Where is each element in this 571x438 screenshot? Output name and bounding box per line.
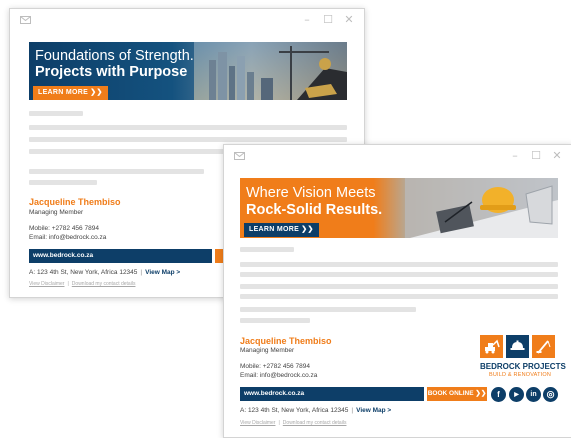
facebook-icon[interactable]: f — [491, 387, 506, 402]
maximize-button[interactable]: ☐ — [531, 150, 541, 162]
text-placeholder — [240, 307, 416, 312]
address-text: A: 123 4th St, New York, Africa 12345 — [29, 269, 138, 276]
text-placeholder — [240, 294, 558, 299]
separator: | — [67, 281, 69, 287]
signature-mobile: Mobile: +2782 456 7894 — [29, 225, 99, 232]
view-map-link[interactable]: View Map > — [145, 269, 180, 276]
book-online-button[interactable]: BOOK ONLINE ❯❯ — [427, 387, 487, 401]
promo-banner[interactable]: Foundations of Strength. Projects with P… — [29, 42, 347, 100]
text-placeholder — [29, 169, 204, 174]
text-placeholder — [240, 318, 310, 323]
address-line: A: 123 4th St, New York, Africa 12345 | Vi… — [29, 269, 180, 276]
signature-email[interactable]: Email: info@bedrock.co.za — [240, 372, 317, 379]
envelope-icon — [234, 152, 245, 160]
view-map-link[interactable]: View Map > — [356, 407, 391, 414]
youtube-icon[interactable]: ▶ — [509, 387, 524, 402]
separator: | — [351, 407, 354, 414]
banner-headline: Foundations of Strength. — [35, 48, 194, 64]
instagram-icon[interactable]: ◎ — [543, 387, 558, 402]
minimize-button[interactable]: – — [302, 14, 312, 26]
text-placeholder — [240, 272, 558, 277]
legal-links: View Disclaimer | Download my contact deta… — [240, 420, 346, 426]
promo-banner[interactable]: Where Vision Meets Rock-Solid Results. L… — [240, 178, 558, 238]
disclaimer-link[interactable]: View Disclaimer — [29, 281, 64, 287]
text-placeholder — [240, 284, 558, 289]
website-link[interactable]: www.bedrock.co.za — [240, 387, 424, 401]
minimize-button[interactable]: – — [510, 150, 520, 162]
crane-icon — [532, 335, 555, 358]
address-line: A: 123 4th St, New York, Africa 12345 | Vi… — [240, 407, 391, 414]
brand-name: BEDROCK PROJECTS — [480, 362, 566, 371]
text-placeholder — [29, 111, 83, 116]
text-placeholder — [240, 262, 558, 267]
text-placeholder — [29, 125, 347, 130]
brand-tagline: BUILD & RENOVATION — [489, 372, 552, 378]
envelope-icon — [20, 16, 31, 24]
signature-role: Managing Member — [240, 347, 295, 354]
email-window-front: – ☐ ✕ Where Vision Meets Rock-Solid Resu… — [223, 144, 571, 438]
learn-more-button[interactable]: LEARN MORE ❯❯ — [33, 86, 108, 100]
signature-name: Jacqueline Thembiso — [240, 336, 332, 346]
separator: | — [278, 420, 280, 426]
banner-headline: Where Vision Meets — [246, 185, 376, 201]
excavator-icon — [480, 335, 503, 358]
maximize-button[interactable]: ☐ — [323, 14, 333, 26]
download-contact-link[interactable]: Download my contact details — [283, 420, 347, 426]
signature-role: Managing Member — [29, 209, 84, 216]
close-button[interactable]: ✕ — [344, 14, 354, 26]
download-contact-link[interactable]: Download my contact details — [72, 281, 136, 287]
banner-subheadline: Rock-Solid Results. — [246, 202, 383, 218]
legal-links: View Disclaimer | Download my contact deta… — [29, 281, 135, 287]
learn-more-button[interactable]: LEARN MORE ❯❯ — [244, 223, 319, 237]
close-button[interactable]: ✕ — [552, 150, 562, 162]
banner-subheadline: Projects with Purpose — [35, 64, 188, 80]
text-placeholder — [29, 137, 347, 142]
signature-email[interactable]: Email: info@bedrock.co.za — [29, 234, 106, 241]
hard-hat-icon — [506, 335, 529, 358]
title-bar: – ☐ ✕ — [10, 9, 364, 33]
title-bar: – ☐ ✕ — [224, 145, 571, 169]
website-link[interactable]: www.bedrock.co.za — [29, 249, 212, 263]
linkedin-icon[interactable]: in — [526, 387, 541, 402]
address-text: A: 123 4th St, New York, Africa 12345 — [240, 407, 349, 414]
text-placeholder — [29, 180, 97, 185]
signature-mobile: Mobile: +2782 456 7894 — [240, 363, 310, 370]
signature-name: Jacqueline Thembiso — [29, 197, 121, 207]
separator: | — [140, 269, 143, 276]
disclaimer-link[interactable]: View Disclaimer — [240, 420, 275, 426]
text-placeholder — [240, 247, 294, 252]
